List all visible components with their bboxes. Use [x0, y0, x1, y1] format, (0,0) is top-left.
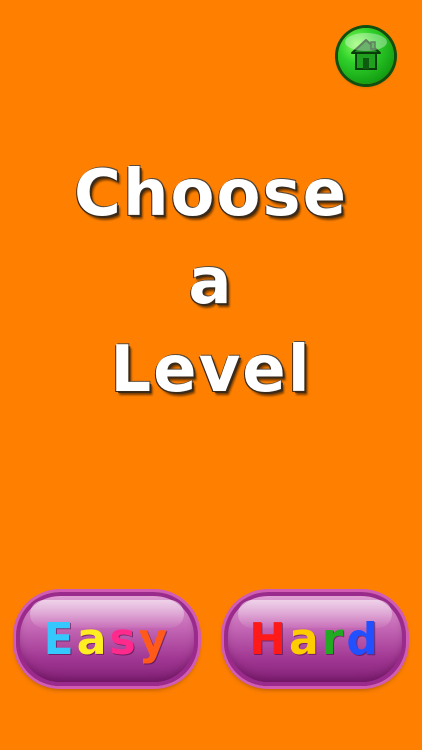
title-line-3: Level	[110, 333, 312, 407]
easy-level-label: Easy	[43, 613, 171, 665]
hard-level-label: Hard	[249, 613, 381, 665]
easy-level-button[interactable]: Easy	[16, 592, 198, 686]
home-button[interactable]	[338, 28, 394, 84]
level-select-screen: Choose a Level Easy Hard	[0, 0, 422, 750]
hard-level-button[interactable]: Hard	[224, 592, 406, 686]
title-line-1: Choose	[74, 157, 348, 231]
house-icon	[351, 39, 381, 70]
page-title: Choose a Level	[0, 150, 422, 414]
title-line-2: a	[188, 245, 234, 319]
